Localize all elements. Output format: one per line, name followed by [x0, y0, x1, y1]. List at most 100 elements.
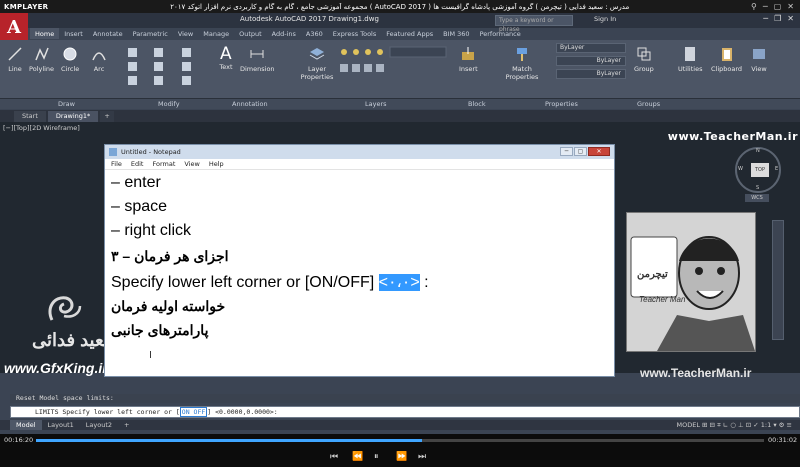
minimize-icon[interactable]: ─	[763, 2, 768, 11]
close-icon[interactable]: ✕	[588, 147, 610, 156]
new-layout-button[interactable]: +	[118, 420, 135, 430]
svg-text:A: A	[220, 44, 232, 60]
ribbon-tabs: Home Insert Annotate Parametric View Man…	[30, 28, 526, 40]
minimize-icon[interactable]: ─	[763, 14, 768, 23]
polyline-icon	[34, 47, 49, 61]
modify-icons[interactable]	[126, 46, 206, 90]
group-icon	[637, 47, 651, 61]
tab-a360[interactable]: A360	[301, 28, 328, 39]
avatar-illustration	[627, 213, 755, 351]
circle-tool[interactable]: Circle	[61, 46, 79, 73]
lineweight-dropdown[interactable]: ByLayer	[556, 56, 626, 66]
rewind-icon[interactable]: ⏪	[352, 452, 363, 462]
menu-file[interactable]: File	[111, 160, 122, 168]
command-line[interactable]: LIMITS Specify lower left corner or [ON …	[10, 406, 800, 418]
next-icon[interactable]: ⏭	[418, 452, 426, 462]
previous-icon[interactable]: ⏮	[330, 452, 338, 462]
autocad-logo[interactable]: A	[0, 13, 28, 41]
viewcube[interactable]: TOP N S E W	[735, 147, 781, 193]
tab-home[interactable]: Home	[30, 28, 60, 39]
line-tool[interactable]: Line	[7, 46, 23, 73]
maximize-icon[interactable]: ▢	[574, 147, 587, 156]
current-time: 00:16:20	[4, 436, 34, 444]
sign-in-button[interactable]: Sign In	[594, 15, 616, 23]
kmplayer-title-bar: KMPLAYER مجموعه آموزشی جامع ، گام به گام…	[0, 0, 800, 13]
tab-insert[interactable]: Insert	[59, 28, 88, 39]
text-line-enter: – enter	[111, 174, 161, 191]
search-input[interactable]: Type a keyword or phrase	[495, 15, 573, 33]
quick-access-toolbar: Autodesk AutoCAD 2017 Drawing1.dwg Type …	[0, 13, 800, 33]
seek-bar[interactable]	[36, 439, 764, 442]
view-tool[interactable]: View	[751, 46, 767, 73]
insert-tool[interactable]: Insert	[459, 46, 478, 73]
kmplayer-logo[interactable]: KMPLAYER	[0, 3, 48, 11]
panel-block[interactable]: Block	[468, 99, 486, 109]
player-controls: 00:16:20 00:31:02 ⏮ ⏪ ⏸ ⏩ ⏭	[0, 434, 800, 467]
forward-icon[interactable]: ⏩	[396, 452, 407, 462]
close-icon[interactable]: ✕	[787, 2, 794, 11]
status-bar[interactable]: MODEL ⊞ ⊟ ⌗ ∟ ○ ⊥ ⊡ ✓ 1:1 ▾ ⚙ ≡	[400, 420, 800, 430]
panel-draw[interactable]: Draw	[58, 99, 75, 109]
menu-view[interactable]: View	[184, 160, 199, 168]
color-dropdown[interactable]: ByLayer	[556, 43, 626, 53]
wcs-menu[interactable]: WCS	[745, 194, 769, 202]
menu-format[interactable]: Format	[152, 160, 175, 168]
polyline-tool[interactable]: Polyline	[29, 46, 54, 73]
command-option-on-off[interactable]: ON OFF	[179, 407, 208, 417]
tab-view[interactable]: View	[173, 28, 198, 39]
arc-tool[interactable]: Arc	[91, 46, 107, 73]
seek-progress	[36, 439, 422, 442]
tab-output[interactable]: Output	[234, 28, 267, 39]
view-label: View	[751, 65, 767, 73]
menu-edit[interactable]: Edit	[131, 160, 144, 168]
panel-modify[interactable]: Modify	[158, 99, 180, 109]
utilities-tool[interactable]: Utilities	[678, 46, 702, 73]
tab-layout1[interactable]: Layout1	[42, 420, 80, 430]
tab-layout2[interactable]: Layout2	[80, 420, 118, 430]
avatar-sub: Teacher Man	[639, 295, 686, 304]
viewport-controls[interactable]: [−][Top][2D Wireframe]	[3, 124, 80, 132]
layer-properties-tool[interactable]: Layer Properties	[300, 46, 334, 81]
pin-icon[interactable]: ⚲	[751, 2, 757, 11]
clipboard-label: Clipboard	[711, 65, 743, 73]
tab-start[interactable]: Start	[14, 111, 46, 122]
brush-icon	[517, 48, 527, 61]
panel-groups[interactable]: Groups	[637, 99, 660, 109]
tab-model[interactable]: Model	[10, 420, 42, 430]
tab-add-ins[interactable]: Add-ins	[267, 28, 301, 39]
modify-tool-grid	[126, 46, 206, 90]
dimension-tool[interactable]: Dimension	[240, 46, 275, 73]
layer-icons[interactable]	[338, 46, 448, 90]
dimension-icon	[250, 50, 264, 58]
tab-featured-apps[interactable]: Featured Apps	[381, 28, 438, 39]
tab-annotate[interactable]: Annotate	[88, 28, 128, 39]
panel-layers[interactable]: Layers	[365, 99, 387, 109]
new-tab-button[interactable]: +	[100, 111, 114, 122]
viewcube-west: W	[738, 166, 743, 172]
linetype-dropdown[interactable]: ByLayer	[556, 69, 626, 79]
pause-icon[interactable]: ⏸	[374, 452, 379, 462]
panel-properties[interactable]: Properties	[545, 99, 578, 109]
tab-performance[interactable]: Performance	[475, 28, 526, 39]
viewcube-top[interactable]: TOP	[751, 163, 769, 177]
utilities-label: Utilities	[678, 65, 703, 73]
navigation-bar[interactable]	[772, 220, 784, 340]
maximize-icon[interactable]: ▢	[774, 2, 782, 11]
text-line-specify: Specify lower left corner or [ON/OFF] <۰…	[111, 272, 429, 292]
group-tool[interactable]: Group	[634, 46, 654, 73]
match-properties-tool[interactable]: Match Properties	[505, 46, 539, 81]
tab-manage[interactable]: Manage	[198, 28, 234, 39]
menu-help[interactable]: Help	[209, 160, 224, 168]
clipboard-tool[interactable]: Clipboard	[711, 46, 742, 73]
tab-express-tools[interactable]: Express Tools	[328, 28, 381, 39]
panel-annotation[interactable]: Annotation	[232, 99, 268, 109]
restore-icon[interactable]: ❐	[774, 14, 781, 23]
teacherman-brand: www.TeacherMan.ir	[667, 130, 798, 143]
close-icon[interactable]: ✕	[787, 14, 794, 23]
text-tool[interactable]: A Text	[218, 44, 234, 71]
tab-bim-360[interactable]: BIM 360	[438, 28, 474, 39]
text-icon: A	[220, 44, 232, 60]
minimize-icon[interactable]: ─	[560, 147, 573, 156]
tab-parametric[interactable]: Parametric	[128, 28, 173, 39]
tab-drawing1[interactable]: Drawing1*	[47, 111, 99, 122]
